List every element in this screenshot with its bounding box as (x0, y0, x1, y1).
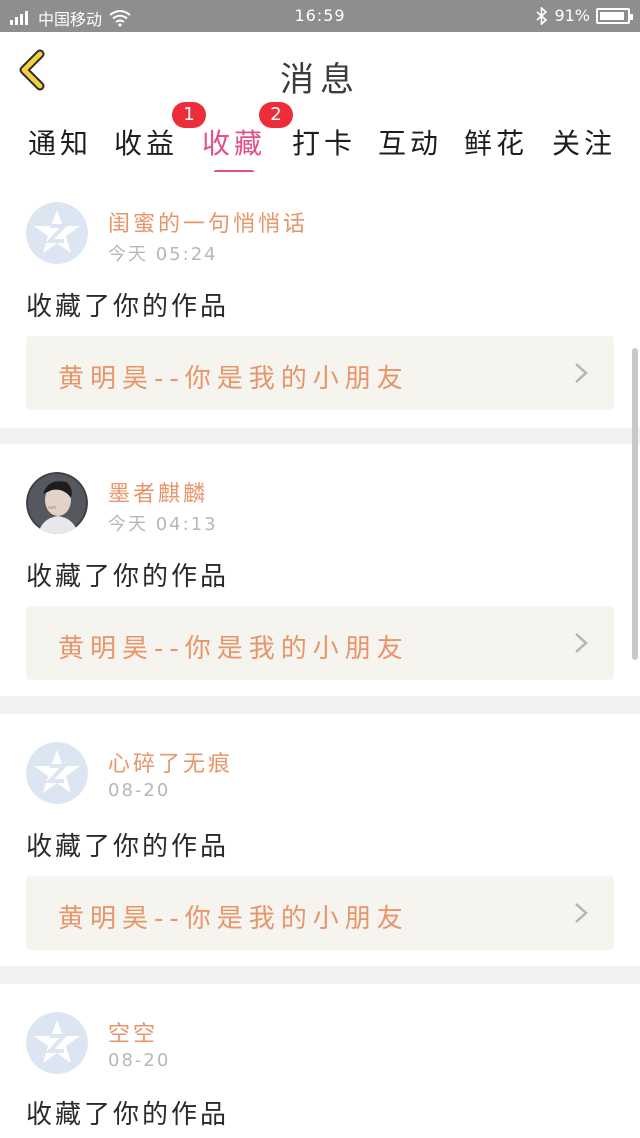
photo-avatar[interactable] (26, 472, 88, 534)
tab-checkin[interactable]: 打卡 (292, 122, 356, 162)
tab-interaction[interactable]: 互动 (378, 122, 442, 162)
tab-label: 互动 (378, 127, 443, 160)
work-link[interactable]: 黄明昊--你是我的小朋友 (26, 336, 614, 410)
tab-notifications[interactable]: 通知 (28, 122, 92, 162)
notification-item: 闺蜜的一句悄悄话 今天 05:24 收藏了你的作品 黄明昊--你是我的小朋友 (0, 172, 640, 428)
bluetooth-icon (536, 6, 548, 25)
notification-list[interactable]: 闺蜜的一句悄悄话 今天 05:24 收藏了你的作品 黄明昊--你是我的小朋友 墨… (0, 172, 640, 1138)
status-bar: 中国移动 16:59 91% (0, 0, 640, 32)
default-avatar[interactable] (26, 742, 88, 804)
default-avatar-icon (26, 202, 88, 264)
action-text: 收藏了你的作品 (26, 562, 230, 592)
work-title: 黄明昊--你是我的小朋友 (58, 634, 409, 664)
chevron-right-icon (575, 903, 588, 923)
username[interactable]: 墨者麒麟 (108, 476, 208, 508)
tab-follow[interactable]: 关注 (552, 122, 616, 162)
work-link[interactable]: 黄明昊--你是我的小朋友 (26, 606, 614, 680)
default-avatar[interactable] (26, 202, 88, 264)
notification-item: 墨者麒麟 今天 04:13 收藏了你的作品 黄明昊--你是我的小朋友 (0, 444, 640, 696)
action-text: 收藏了你的作品 (26, 292, 230, 322)
work-link[interactable]: 黄明昊--你是我的小朋友 (26, 876, 614, 950)
battery-percent: 91% (554, 6, 590, 25)
nav-bar: 消息 (0, 32, 640, 111)
tab-label: 打卡 (292, 127, 357, 160)
battery-icon (596, 7, 633, 24)
username[interactable]: 空空 (108, 1016, 158, 1048)
default-avatar[interactable] (26, 1012, 88, 1074)
timestamp: 08-20 (108, 1050, 171, 1071)
status-right: 91% (536, 6, 633, 25)
action-text: 收藏了你的作品 (26, 832, 230, 862)
timestamp: 今天 05:24 (108, 244, 218, 265)
chevron-right-icon (575, 363, 588, 383)
scrollbar[interactable] (632, 348, 638, 660)
tab-label: 收益 (114, 127, 179, 160)
page-title: 消息 (280, 60, 360, 100)
tab-favorites[interactable]: 收藏 (202, 122, 267, 174)
tab-label: 关注 (552, 127, 617, 160)
chevron-right-icon (575, 633, 588, 653)
notification-item: 心碎了无痕 08-20 收藏了你的作品 黄明昊--你是我的小朋友 (0, 714, 640, 966)
default-avatar-icon (26, 742, 88, 804)
tab-bar: 通知 收益 1 收藏 2 打卡 互动 鲜花 关注 (0, 102, 640, 174)
battery-fill (600, 11, 624, 20)
username[interactable]: 闺蜜的一句悄悄话 (108, 206, 308, 238)
earnings-badge: 1 (172, 102, 206, 128)
timestamp: 今天 04:13 (108, 514, 218, 535)
favorites-badge: 2 (259, 102, 293, 128)
tab-label: 收藏 (202, 127, 267, 160)
tab-label: 鲜花 (464, 127, 529, 160)
work-title: 黄明昊--你是我的小朋友 (58, 364, 409, 394)
notification-item: 空空 08-20 收藏了你的作品 (0, 984, 640, 1138)
username[interactable]: 心碎了无痕 (108, 746, 233, 778)
default-avatar-icon (26, 1012, 88, 1074)
work-title: 黄明昊--你是我的小朋友 (58, 904, 409, 934)
action-text: 收藏了你的作品 (26, 1100, 230, 1130)
timestamp: 08-20 (108, 780, 171, 801)
user-photo-icon (26, 472, 88, 534)
tab-label: 通知 (28, 127, 93, 160)
tab-flowers[interactable]: 鲜花 (464, 122, 528, 162)
tab-earnings[interactable]: 收益 (114, 122, 178, 162)
